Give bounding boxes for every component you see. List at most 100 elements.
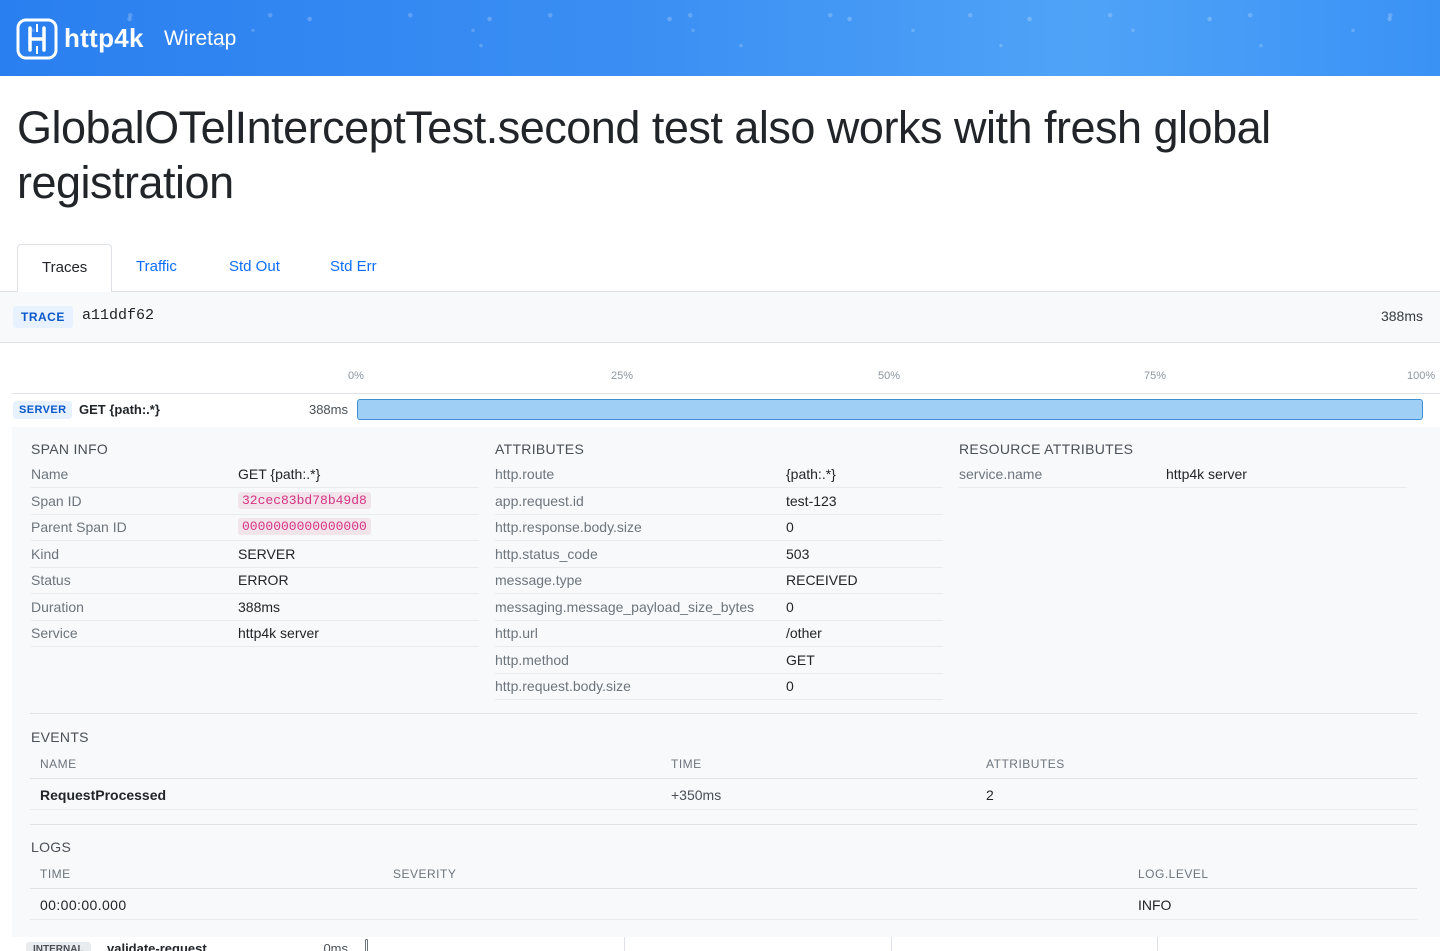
span-info-key: Status <box>31 572 71 588</box>
span-info-key: Parent Span ID <box>31 519 127 535</box>
resource-attribute-key: service.name <box>959 466 1043 482</box>
span-info-key: Duration <box>31 598 84 615</box>
attribute-value: GET <box>786 651 815 668</box>
resource-attribute-value: http4k server <box>1166 466 1247 482</box>
span-info-value: GET {path:.*} <box>238 466 321 482</box>
logs-col-time: TIME <box>40 867 71 881</box>
scale-tick: 50% <box>878 370 901 382</box>
tab-std-err[interactable]: Std Err <box>306 244 401 292</box>
attribute-row: http.response.body.size 0 <box>495 514 943 541</box>
trace-duration: 388ms <box>1380 308 1423 324</box>
attribute-key: messaging.message_payload_size_bytes <box>495 598 755 615</box>
span-info-value: 32cec83bd78b49d8 <box>238 491 371 509</box>
span-info-row: Status ERROR <box>31 567 479 594</box>
span-row[interactable]: INTERNAL validate-request 0ms <box>0 937 1440 951</box>
attribute-value: test-123 <box>786 492 837 509</box>
tab-std-out[interactable]: Std Out <box>205 244 304 292</box>
brand-subtitle[interactable]: Wiretap <box>164 27 236 51</box>
events-col-time: TIME <box>671 757 702 771</box>
span-info-value: 388ms <box>238 598 281 615</box>
span-info-row: Span ID 32cec83bd78b49d8 <box>31 488 479 515</box>
logs-row-rule <box>30 919 1417 920</box>
span-info-value: http4k server <box>238 625 319 641</box>
page-title: GlobalOTelInterceptTest.second test also… <box>17 102 1271 208</box>
span-info-row: Name GET {path:.*} <box>31 461 479 488</box>
span-info-row: Kind SERVER <box>31 541 479 568</box>
attribute-row: http.status_code 503 <box>495 541 943 568</box>
attribute-key: http.url <box>495 625 538 641</box>
span-info-row: Duration 388ms <box>31 594 479 621</box>
span-info-title: SPAN INFO <box>31 441 109 457</box>
span-info-value: 0000000000000000 <box>238 518 371 535</box>
span-name: validate-request <box>107 941 207 951</box>
attribute-key: http.method <box>495 651 569 668</box>
scale-tick: 100% <box>1407 370 1436 382</box>
attribute-row: messaging.message_payload_size_bytes 0 <box>495 594 943 621</box>
events-col-name: NAME <box>40 757 77 771</box>
trace-header[interactable]: TRACE a11ddf62 388ms <box>0 292 1440 343</box>
attribute-value: 0 <box>786 678 794 694</box>
attribute-value: /other <box>786 625 822 641</box>
span-info-key: Kind <box>31 545 60 562</box>
events-row-rule <box>30 809 1417 810</box>
span-details-panel: SPAN INFO Name GET {path:.*} Span ID 32cec8… <box>12 427 1440 937</box>
attribute-key: http.status_code <box>495 545 598 562</box>
attribute-key: http.route <box>495 466 555 482</box>
logs-header-rule <box>30 888 1417 889</box>
top-navbar: http4k Wiretap <box>0 0 1440 76</box>
event-name: RequestProcessed <box>40 787 167 803</box>
span-info-value: SERVER <box>238 545 296 562</box>
logs-col-level: LOG.LEVEL <box>1138 867 1209 881</box>
log-time: 00:00:00.000 <box>40 897 127 913</box>
span-duration: 388ms <box>308 402 348 417</box>
tab-traces[interactable]: Traces <box>17 244 113 293</box>
scale-tick: 25% <box>611 370 634 382</box>
attribute-value: 0 <box>786 519 794 535</box>
logs-title: LOGS <box>31 839 72 855</box>
attribute-row: message.type RECEIVED <box>495 567 943 594</box>
attribute-row: http.request.body.size 0 <box>495 673 943 700</box>
scale-tick: 0% <box>348 370 364 382</box>
trace-id: a11ddf62 <box>82 307 155 324</box>
attribute-row: http.method GET <box>495 647 943 674</box>
resource-attributes-title: RESOURCE ATTRIBUTES <box>959 441 1134 457</box>
brand-name[interactable]: http4k <box>64 23 144 54</box>
resource-attribute-row: service.name http4k server <box>959 461 1407 488</box>
events-col-attributes: ATTRIBUTES <box>986 757 1065 771</box>
attribute-value: 503 <box>786 545 810 562</box>
section-divider <box>30 713 1417 714</box>
attribute-key: http.response.body.size <box>495 519 642 535</box>
logs-col-severity: SEVERITY <box>393 867 457 881</box>
attribute-row: http.url/other <box>495 620 943 647</box>
span-info-key: Service <box>31 625 78 641</box>
span-info-value: ERROR <box>238 572 289 588</box>
attribute-row: app.request.id test-123 <box>495 488 943 515</box>
span-row[interactable]: SERVER GET {path:.*} 388ms <box>0 394 1440 426</box>
log-level: INFO <box>1138 897 1172 913</box>
span-info-key: Span ID <box>31 492 82 509</box>
span-info-row: Parent Span ID 0000000000000000 <box>31 514 479 541</box>
span-kind-badge: INTERNAL <box>26 942 91 951</box>
attribute-value: RECEIVED <box>786 572 858 588</box>
attribute-row: http.route {path:.*} <box>495 461 943 488</box>
span-info-key: Name <box>31 466 69 482</box>
attribute-key: app.request.id <box>495 492 584 509</box>
section-divider <box>30 824 1417 825</box>
trace-badge: TRACE <box>13 306 73 328</box>
span-kind-badge: SERVER <box>13 401 73 419</box>
span-duration-bar[interactable] <box>357 399 1423 420</box>
span-info-row: Service http4k server <box>31 620 479 647</box>
attribute-value: {path:.*} <box>786 466 836 482</box>
http4k-logo-icon[interactable] <box>16 18 58 60</box>
tab-traffic[interactable]: Traffic <box>112 244 201 292</box>
span-duration-bar[interactable] <box>365 939 368 951</box>
event-time: +350ms <box>671 787 722 803</box>
events-title: EVENTS <box>31 729 89 745</box>
span-duration: 0ms <box>323 941 348 951</box>
event-attributes[interactable]: 2 <box>986 787 994 803</box>
attribute-key: message.type <box>495 572 583 588</box>
scale-tick: 75% <box>1144 370 1167 382</box>
attributes-title: ATTRIBUTES <box>495 441 585 457</box>
events-header-rule <box>30 778 1417 779</box>
attribute-value: 0 <box>786 598 794 615</box>
